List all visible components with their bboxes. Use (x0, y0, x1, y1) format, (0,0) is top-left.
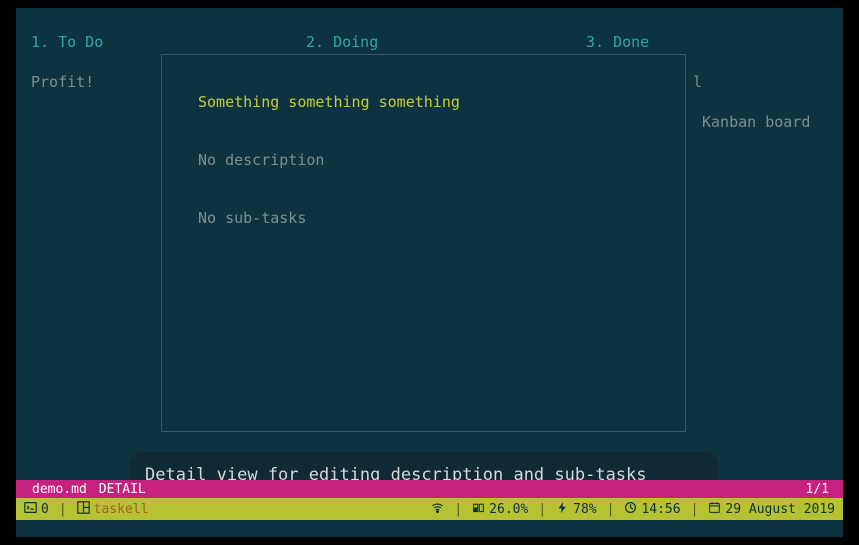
task-card-profit[interactable]: Profit! (31, 73, 94, 91)
column-header-doing: 2. Doing (306, 33, 378, 51)
panes-icon (77, 501, 90, 518)
calendar-icon (708, 501, 721, 518)
cpu-icon (472, 501, 485, 518)
wifi-icon (431, 501, 444, 518)
separator: | (59, 502, 67, 517)
separator: | (538, 502, 546, 517)
status-mode: DETAIL (99, 482, 146, 497)
detail-panel[interactable]: Something something something No descrip… (161, 54, 686, 432)
tmux-session-name: taskell (94, 502, 149, 517)
task-card-kanban[interactable]: Kanban board (702, 113, 810, 131)
battery-value: 78% (573, 502, 596, 517)
date-value: 29 August 2019 (725, 502, 835, 517)
separator: | (454, 502, 462, 517)
terminal-screen: 1. To Do 2. Doing 3. Done Profit! l Kanb… (16, 8, 843, 537)
editor-statusbar: demo.md DETAIL 1/1 (16, 480, 843, 498)
clock-icon (624, 501, 637, 518)
tmux-window-number: 0 (41, 502, 49, 517)
detail-subtasks[interactable]: No sub-tasks (198, 209, 649, 227)
tmux-window-indicator[interactable]: 0 (24, 501, 49, 518)
battery-segment: 78% (556, 501, 596, 518)
separator: | (607, 502, 615, 517)
detail-title[interactable]: Something something something (198, 93, 649, 111)
cpu-segment: 26.0% (472, 501, 528, 518)
clock-value: 14:56 (641, 502, 680, 517)
terminal-icon (24, 501, 37, 518)
date-segment: 29 August 2019 (708, 501, 835, 518)
column-header-done: 3. Done (586, 33, 649, 51)
clock-segment: 14:56 (624, 501, 680, 518)
column-header-todo: 1. To Do (31, 33, 103, 51)
detail-description[interactable]: No description (198, 151, 649, 169)
status-position: 1/1 (806, 482, 829, 497)
cpu-value: 26.0% (489, 502, 528, 517)
tmux-session-segment[interactable]: taskell (77, 501, 149, 518)
bolt-icon (556, 501, 569, 518)
wifi-segment (431, 501, 444, 518)
status-filename: demo.md (32, 482, 87, 497)
tmux-statusbar: 0 | taskell | 26.0% | 78% (16, 498, 843, 520)
separator: | (691, 502, 699, 517)
task-card-fragment: l (693, 73, 702, 91)
